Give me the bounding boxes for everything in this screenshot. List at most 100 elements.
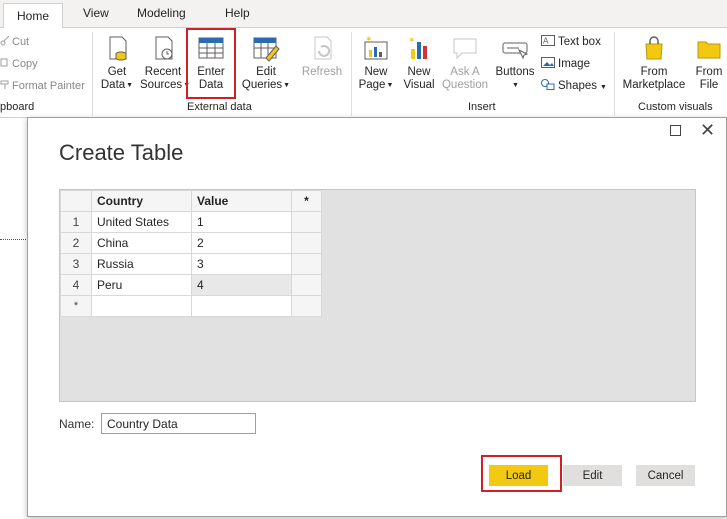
new-visual-line2: Visual — [403, 79, 435, 91]
copy-button[interactable]: Copy — [0, 58, 38, 70]
svg-text:A: A — [543, 37, 549, 46]
shapes-button[interactable]: Shapes ▼ — [541, 79, 607, 92]
empty-cell[interactable] — [291, 211, 322, 233]
text-box-button[interactable]: A Text box — [541, 35, 601, 48]
group-separator — [614, 32, 615, 116]
value-cell[interactable]: 3 — [191, 253, 292, 275]
corner-cell[interactable] — [60, 190, 92, 212]
get-data-button[interactable]: Get Data▼ — [98, 32, 136, 98]
format-painter-button[interactable]: Format Painter — [0, 80, 85, 92]
empty-cell[interactable] — [291, 274, 322, 296]
new-value-cell[interactable] — [191, 295, 292, 317]
cut-label: Cut — [12, 36, 30, 48]
group-separator — [92, 32, 93, 116]
value-cell[interactable]: 1 — [191, 211, 292, 233]
insert-group-label: Insert — [468, 101, 496, 113]
new-row-marker[interactable]: * — [60, 295, 92, 317]
refresh-button[interactable]: Refresh — [300, 32, 344, 98]
create-table-dialog: Create Table ✕ Country Value * 1 United … — [27, 117, 727, 517]
image-button[interactable]: Image — [541, 57, 590, 70]
refresh-icon — [308, 34, 336, 62]
cut-button[interactable]: Cut — [0, 35, 30, 48]
table-row: 1 United States 1 — [60, 211, 322, 233]
column-header-country[interactable]: Country — [91, 190, 192, 212]
new-row: * — [60, 295, 322, 317]
row-number[interactable]: 3 — [60, 253, 92, 275]
row-number[interactable]: 4 — [60, 274, 92, 296]
tab-help[interactable]: Help — [225, 6, 250, 28]
country-cell[interactable]: Peru — [91, 274, 192, 296]
country-cell[interactable]: China — [91, 232, 192, 254]
svg-text:✶: ✶ — [365, 34, 373, 44]
data-grid: Country Value * 1 United States 1 2 Chin… — [60, 190, 322, 317]
cancel-button[interactable]: Cancel — [636, 465, 695, 486]
new-country-cell[interactable] — [91, 295, 192, 317]
name-label: Name: — [59, 417, 95, 431]
maximize-icon[interactable] — [670, 125, 681, 136]
recent-sources-line2: Sources — [140, 79, 183, 91]
text-box-label: Text box — [558, 36, 601, 48]
ask-question-line2: Question — [441, 79, 489, 91]
recent-sources-button[interactable]: Recent Sources▼ — [140, 32, 190, 98]
new-visual-button[interactable]: ✶ New Visual — [400, 32, 438, 98]
table-row: 4 Peru 4 — [60, 274, 322, 296]
shopping-bag-icon — [640, 34, 668, 62]
empty-cell[interactable] — [291, 253, 322, 275]
speech-bubble-icon — [451, 34, 479, 62]
custom-visuals-group-label: Custom visuals — [638, 101, 713, 113]
shapes-label: Shapes — [558, 80, 598, 92]
close-icon[interactable]: ✕ — [700, 120, 715, 140]
enter-data-line2: Data — [198, 79, 224, 91]
recent-sources-icon — [149, 34, 177, 62]
edit-queries-line2: Queries — [241, 79, 283, 91]
paintbrush-icon — [0, 80, 10, 90]
refresh-label: Refresh — [301, 66, 343, 78]
chevron-down-icon: ▼ — [386, 82, 394, 89]
tab-view[interactable]: View — [83, 6, 109, 28]
value-cell[interactable]: 2 — [191, 232, 292, 254]
from-marketplace-button[interactable]: From Marketplace — [620, 32, 688, 98]
table-icon — [197, 34, 225, 62]
buttons-label: Buttons — [495, 66, 535, 78]
new-page-line1: New — [364, 66, 388, 78]
get-data-line1: Get — [107, 66, 127, 78]
from-marketplace-line1: From — [640, 66, 668, 78]
empty-cell[interactable] — [291, 295, 322, 317]
country-cell[interactable]: Russia — [91, 253, 192, 275]
copy-icon — [0, 58, 10, 68]
button-icon — [501, 34, 529, 62]
tab-modeling[interactable]: Modeling — [137, 6, 186, 28]
tab-home[interactable]: Home — [3, 3, 64, 29]
canvas-guide-line — [0, 239, 28, 240]
row-number[interactable]: 2 — [60, 232, 92, 254]
svg-text:✶: ✶ — [408, 35, 416, 45]
empty-cell[interactable] — [291, 232, 322, 254]
from-file-button[interactable]: From File — [692, 32, 726, 98]
ask-question-line1: Ask A — [450, 66, 480, 78]
folder-icon — [695, 34, 723, 62]
table-name-input[interactable] — [101, 413, 256, 434]
enter-data-line1: Enter — [197, 66, 225, 78]
new-visual-line1: New — [407, 66, 431, 78]
buttons-button[interactable]: Buttons ▼ — [492, 32, 538, 98]
load-button[interactable]: Load — [489, 465, 548, 486]
row-number[interactable]: 1 — [60, 211, 92, 233]
add-column-header[interactable]: * — [291, 190, 322, 212]
country-cell[interactable]: United States — [91, 211, 192, 233]
database-icon — [103, 34, 131, 62]
new-page-button[interactable]: ✶ New Page▼ — [358, 32, 394, 98]
enter-data-button[interactable]: Enter Data — [190, 32, 232, 98]
column-header-value[interactable]: Value — [191, 190, 292, 212]
ask-question-button[interactable]: Ask A Question — [440, 32, 490, 98]
group-separator — [351, 32, 352, 116]
edit-queries-line1: Edit — [256, 66, 276, 78]
edit-button[interactable]: Edit — [563, 465, 622, 486]
edit-queries-button[interactable]: Edit Queries▼ — [240, 32, 292, 98]
chevron-down-icon: ▼ — [283, 82, 291, 89]
copy-label: Copy — [12, 58, 38, 70]
dialog-title: Create Table — [59, 140, 184, 165]
shapes-icon — [541, 79, 555, 90]
grid-header-row: Country Value * — [60, 190, 322, 212]
value-cell[interactable]: 4 — [191, 274, 292, 296]
table-row: 2 China 2 — [60, 232, 322, 254]
